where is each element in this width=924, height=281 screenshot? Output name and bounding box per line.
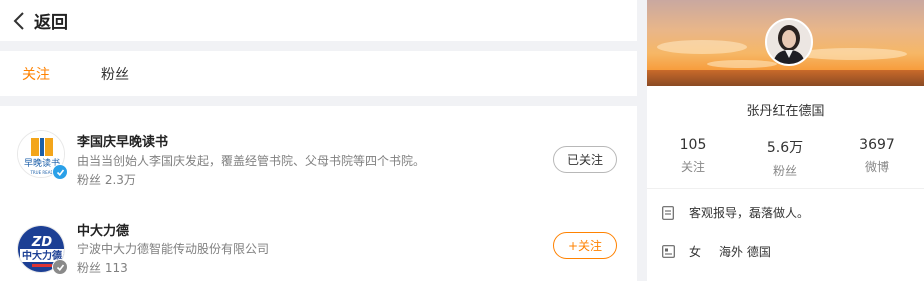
tab-following[interactable]: 关注	[22, 64, 50, 84]
bio-text: 客观报导，磊落做人。	[689, 206, 810, 220]
gender-text: 女	[689, 245, 702, 259]
stat-number: 105	[679, 137, 707, 153]
followed-button[interactable]: 已关注	[553, 146, 617, 173]
stat-label: 微博	[864, 160, 889, 174]
profile-avatar[interactable]	[765, 18, 813, 66]
user-description: 宁波中大力德智能传动股份有限公司	[77, 242, 270, 256]
document-icon	[661, 205, 675, 220]
avatar-logo: ZD	[31, 235, 52, 250]
stat-fans[interactable]: 5.6万 粉丝	[739, 137, 831, 179]
profile-card-icon	[661, 245, 675, 259]
user-name[interactable]: 中大力德	[77, 220, 129, 239]
profile-info: 客观报导，磊落做人。 女 海外 德国	[647, 188, 924, 281]
profile-card: 张丹红在德国 105 关注 5.6万 粉丝 3697 微博	[647, 0, 924, 188]
stat-following[interactable]: 105 关注	[647, 137, 739, 175]
verified-badge-icon	[52, 259, 68, 275]
stat-number: 3697	[859, 137, 895, 153]
avatar-subtitle: TRUE READ	[29, 170, 53, 175]
stat-label: 粉丝	[772, 164, 797, 178]
bio-row: 客观报导，磊落做人。	[661, 204, 809, 221]
follow-button[interactable]: +关注	[553, 232, 617, 259]
avatar[interactable]: ZD 中大力德	[17, 225, 68, 275]
stat-posts[interactable]: 3697 微博	[831, 137, 923, 175]
tab-fans[interactable]: 粉丝	[101, 64, 129, 84]
stat-number: 5.6万	[766, 140, 804, 156]
tab-bar: 关注 粉丝	[0, 51, 637, 96]
basic-info-row: 女 海外 德国	[661, 243, 771, 260]
back-button[interactable]: 返回	[34, 8, 68, 33]
location-text: 海外 德国	[719, 245, 771, 259]
stat-label: 关注	[680, 160, 705, 174]
fans-count: 粉丝 2.3万	[77, 173, 136, 187]
fans-count: 粉丝 113	[77, 261, 128, 275]
top-bar: 返回	[0, 0, 637, 41]
follow-list: 早晚读书 TRUE READ 李国庆早晚读书 由当当创始人李国庆发起，覆盖经管书…	[0, 106, 637, 281]
avatar[interactable]: 早晚读书 TRUE READ	[17, 130, 68, 180]
list-item: ZD 中大力德 中大力德 宁波中大力德智能传动股份有限公司 粉丝 113 +关注	[0, 207, 637, 281]
list-item: 早晚读书 TRUE READ 李国庆早晚读书 由当当创始人李国庆发起，覆盖经管书…	[0, 122, 637, 202]
user-name[interactable]: 李国庆早晚读书	[77, 131, 168, 150]
user-description: 由当当创始人李国庆发起，覆盖经管书院、父母书院等四个书院。	[77, 154, 426, 168]
verified-badge-icon	[52, 164, 68, 180]
back-arrow-icon[interactable]	[4, 0, 34, 41]
profile-name: 张丹红在德国	[746, 104, 825, 119]
